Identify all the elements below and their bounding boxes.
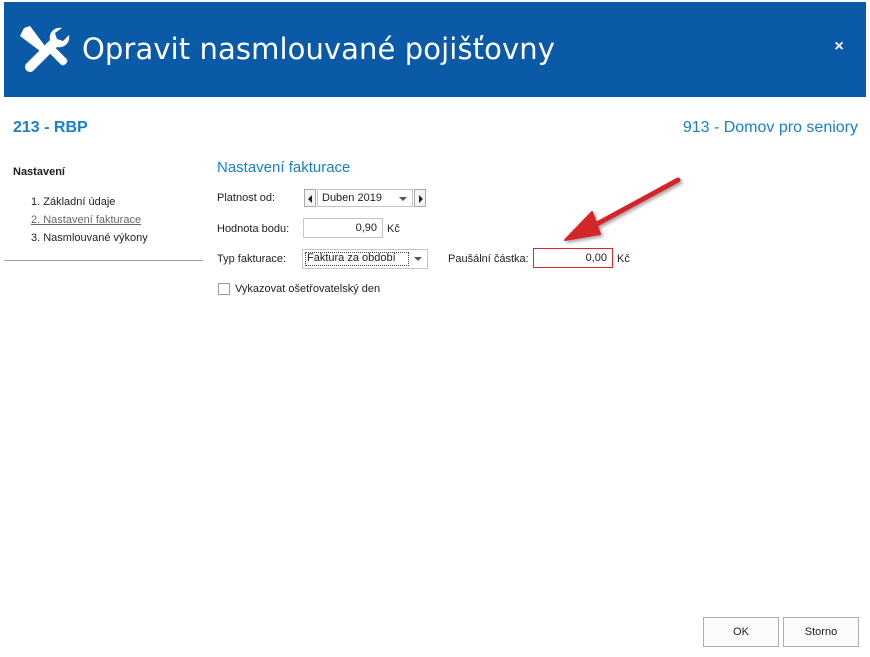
month-select-value: Duben 2019 (322, 192, 382, 204)
month-prev-button[interactable] (304, 189, 316, 207)
nav-title: Nastavení (13, 166, 65, 178)
wrench-screwdriver-icon (20, 26, 70, 73)
hodnota-currency: Kč (387, 223, 400, 235)
nav-divider (4, 260, 203, 261)
typ-select[interactable]: Faktura za období (302, 249, 428, 269)
month-select[interactable]: Duben 2019 (317, 189, 413, 207)
nav-item-nasmlouvane-vykony[interactable]: 3. Nasmlouvané výkony (31, 232, 148, 244)
chevron-down-icon (414, 257, 422, 261)
hodnota-input[interactable]: 0,90 (303, 218, 383, 238)
title-bar: Opravit nasmlouvané pojišťovny × (4, 2, 866, 97)
focus-outline (305, 252, 409, 266)
insurer-code: 213 - RBP (13, 119, 88, 136)
pausalni-label: Paušální částka: (448, 253, 529, 265)
facility-name: 913 - Domov pro seniory (682, 119, 858, 136)
annotation-arrow (564, 177, 681, 241)
typ-label: Typ fakturace: (217, 253, 287, 265)
ok-button[interactable]: OK (703, 617, 779, 647)
close-icon[interactable]: × (832, 39, 846, 55)
platnost-label: Platnost od: (217, 192, 276, 204)
chevron-left-icon (308, 195, 312, 203)
nav-item-nastaveni-fakturace[interactable]: 2. Nastavení fakturace (31, 214, 141, 226)
pausalni-currency: Kč (617, 253, 630, 265)
storno-button[interactable]: Storno (783, 617, 859, 647)
pausalni-input[interactable]: 0,00 (533, 248, 613, 268)
month-next-button[interactable] (414, 189, 426, 207)
nav-item-zakladni-udaje[interactable]: 1. Základní údaje (31, 196, 115, 208)
section-title: Nastavení fakturace (217, 159, 351, 176)
vykazovat-checkbox[interactable] (218, 283, 230, 295)
vykazovat-label: Vykazovat ošetřovatelský den (235, 283, 381, 295)
chevron-right-icon (419, 195, 423, 203)
window-title: Opravit nasmlouvané pojišťovny (82, 32, 555, 66)
chevron-down-icon (399, 197, 407, 201)
hodnota-label: Hodnota bodu: (217, 223, 290, 235)
